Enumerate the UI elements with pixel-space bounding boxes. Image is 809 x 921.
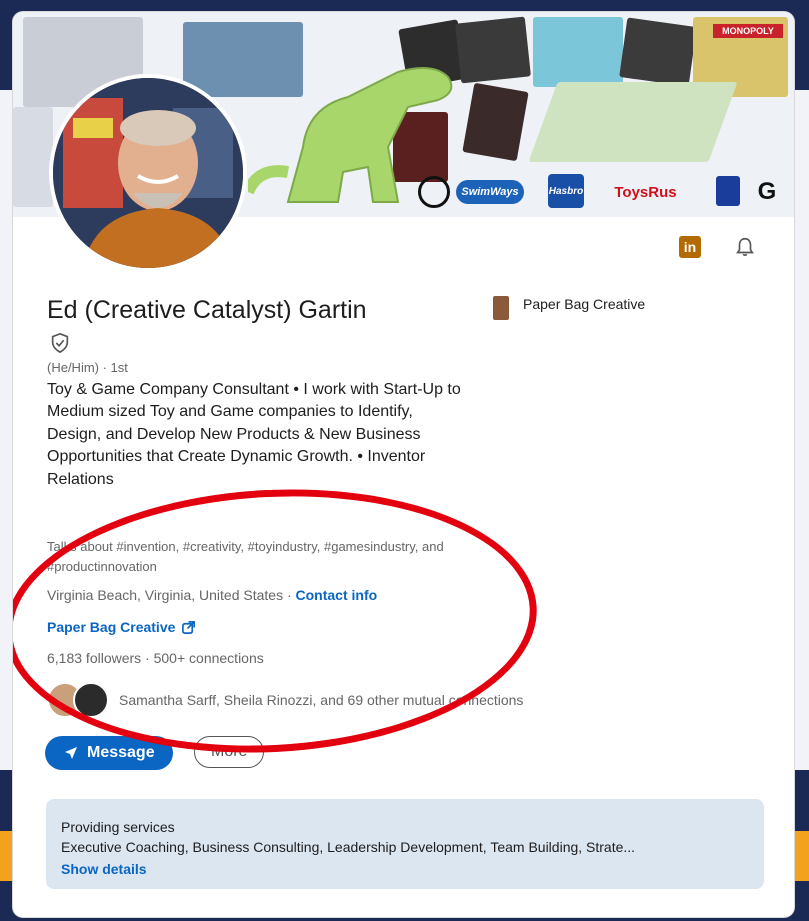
bell-icon[interactable] bbox=[733, 235, 757, 259]
message-label: Message bbox=[87, 744, 155, 761]
contact-info-link[interactable]: Contact info bbox=[296, 587, 378, 603]
brand-logo-g-icon: G bbox=[757, 178, 777, 205]
profile-headline: Toy & Game Company Consultant • I work w… bbox=[47, 381, 461, 488]
company-logo bbox=[493, 296, 509, 320]
mutual-avatar-2 bbox=[73, 682, 109, 718]
profile-name: Ed (Creative Catalyst) Gartin bbox=[47, 296, 367, 324]
company-name: Paper Bag Creative bbox=[523, 296, 646, 312]
send-icon bbox=[65, 747, 77, 759]
bell-icon-glyph bbox=[736, 237, 754, 257]
profile-photo bbox=[53, 78, 243, 268]
website-label: Paper Bag Creative bbox=[47, 619, 176, 635]
mutual-connections[interactable]: Samantha Sarff, Sheila Rinozzi, and 69 o… bbox=[47, 682, 523, 718]
location-text: Virginia Beach, Virginia, United States … bbox=[47, 587, 296, 603]
brand-logo-monopoly: MONOPOLY bbox=[713, 24, 783, 38]
services-list: Executive Coaching, Business Consulting,… bbox=[61, 839, 636, 855]
followers-connections[interactable]: 6,183 followers · 500+ connections bbox=[47, 650, 264, 666]
providing-services-panel: Providing services Executive Coaching, B… bbox=[46, 799, 764, 889]
profile-location: Virginia Beach, Virginia, United States … bbox=[47, 587, 377, 603]
external-link-icon bbox=[182, 620, 196, 634]
current-company[interactable]: Paper Bag Creative bbox=[493, 296, 645, 320]
profile-card: SwimWays Hasbro ToysRus G MONOPOLY in Ed… bbox=[13, 12, 794, 917]
brand-logo-circle-icon bbox=[418, 176, 450, 208]
brand-logo-strip: SwimWays Hasbro ToysRus G bbox=[408, 172, 794, 212]
services-label: Providing services bbox=[61, 819, 175, 835]
profile-avatar[interactable] bbox=[49, 74, 247, 272]
verified-shield-icon[interactable] bbox=[49, 332, 71, 354]
mutual-text: Samantha Sarff, Sheila Rinozzi, and 69 o… bbox=[119, 692, 524, 708]
brand-logo-swimways: SwimWays bbox=[456, 180, 524, 204]
show-details-link[interactable]: Show details bbox=[61, 861, 147, 877]
brand-logo-toysrus: ToysRus bbox=[614, 183, 677, 201]
website-link[interactable]: Paper Bag Creative bbox=[47, 619, 196, 635]
brand-logo-hasbro: Hasbro bbox=[548, 174, 584, 208]
more-button[interactable]: More bbox=[194, 736, 265, 768]
pronouns-degree: (He/Him) · 1st bbox=[47, 360, 128, 375]
more-label: More bbox=[211, 743, 248, 760]
talks-about: Talks about #invention, #creativity, #to… bbox=[47, 539, 444, 574]
message-button[interactable]: Message bbox=[45, 736, 173, 770]
brand-logo-square-icon bbox=[716, 176, 740, 206]
mutual-avatars bbox=[47, 682, 109, 718]
linkedin-icon[interactable]: in bbox=[679, 236, 701, 258]
